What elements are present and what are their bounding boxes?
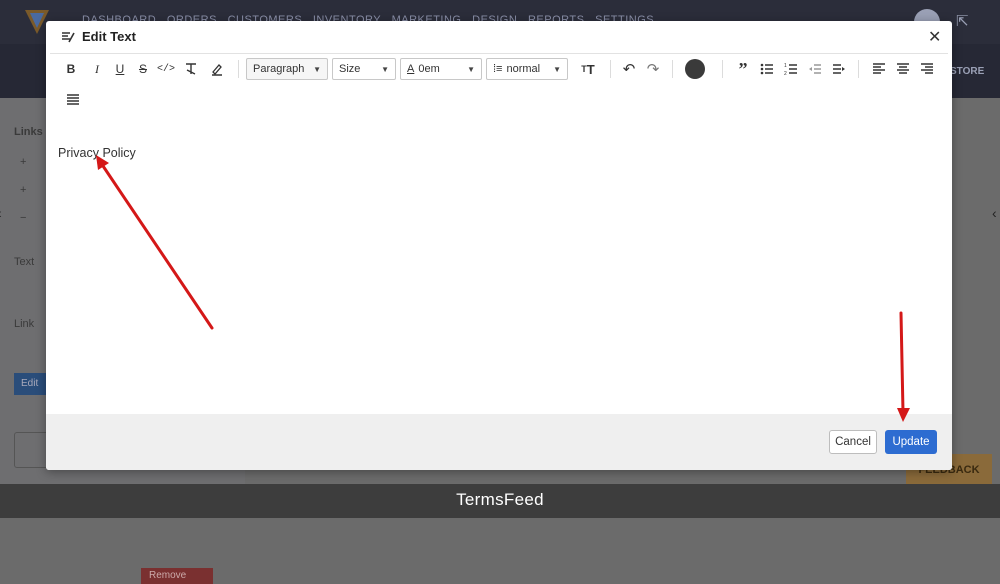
caret-down-icon: ▼: [313, 64, 321, 74]
svg-text:1: 1: [784, 63, 787, 69]
video-caption: TermsFeed: [0, 484, 1000, 518]
blockquote-icon[interactable]: ”: [732, 58, 754, 80]
edit-text-modal: Edit Text ✕ B I U S </> Paragraph ▼ Size…: [46, 21, 952, 470]
letter-spacing-select-label: 0em: [418, 63, 440, 75]
editor-text[interactable]: Privacy Policy: [58, 146, 136, 160]
code-icon[interactable]: </>: [154, 58, 178, 80]
remove-button[interactable]: Remove: [141, 568, 213, 584]
bullet-list-icon[interactable]: [756, 58, 778, 80]
indent-icon[interactable]: [828, 58, 850, 80]
modal-title: Edit Text: [82, 29, 136, 44]
text-label: Text: [14, 256, 35, 268]
caret-down-icon: ▼: [381, 64, 389, 74]
svg-text:2: 2: [784, 71, 787, 76]
editor-toolbar: B I U S </> Paragraph ▼ Size ▼ A 0em ▼ ⁞…: [50, 53, 948, 139]
chevron-right-icon[interactable]: ‹: [992, 205, 997, 221]
clear-format-icon[interactable]: [180, 58, 202, 80]
toolbar-separator: [238, 60, 239, 78]
caret-down-icon: ▼: [467, 64, 475, 74]
strikethrough-icon[interactable]: S: [132, 58, 154, 80]
letter-spacing-select[interactable]: A 0em ▼: [400, 58, 482, 80]
plus-icon[interactable]: +: [20, 156, 26, 168]
edit-button[interactable]: Edit: [14, 373, 50, 395]
text-color-icon[interactable]: [684, 58, 706, 80]
numbered-list-icon[interactable]: 12: [780, 58, 802, 80]
close-icon[interactable]: ✕: [928, 27, 941, 47]
store-link[interactable]: STORE: [950, 66, 984, 77]
outdent-icon[interactable]: [804, 58, 826, 80]
toolbar-separator: [722, 60, 723, 78]
align-left-icon[interactable]: [868, 58, 890, 80]
modal-footer: Cancel Update: [46, 414, 952, 470]
letter-spacing-icon: A: [407, 63, 415, 75]
size-select[interactable]: Size ▼: [332, 58, 396, 80]
line-height-select[interactable]: ⁞≡ normal ▼: [486, 58, 568, 80]
chevron-left-icon[interactable]: ‹: [0, 205, 2, 221]
paragraph-select-label: Paragraph: [253, 63, 305, 75]
align-center-icon[interactable]: [892, 58, 914, 80]
text-size-icon[interactable]: TT: [576, 58, 600, 80]
toolbar-separator: [610, 60, 611, 78]
align-justify-icon[interactable]: [62, 89, 84, 111]
minus-icon[interactable]: −: [20, 212, 26, 224]
caret-down-icon: ▼: [553, 64, 561, 74]
underline-icon[interactable]: U: [110, 58, 130, 80]
align-right-icon[interactable]: [916, 58, 938, 80]
cancel-button[interactable]: Cancel: [829, 430, 877, 454]
edit-text-icon: [62, 32, 75, 43]
links-heading: Links: [14, 126, 43, 138]
update-button[interactable]: Update: [885, 430, 937, 454]
highlighter-icon[interactable]: [206, 58, 228, 80]
toolbar-separator: [858, 60, 859, 78]
italic-icon[interactable]: I: [88, 58, 106, 80]
text-editor-area[interactable]: Privacy Policy: [50, 138, 948, 414]
bold-icon[interactable]: B: [62, 58, 80, 80]
redo-icon[interactable]: ↷: [642, 58, 664, 80]
line-height-select-label: normal: [506, 63, 541, 75]
size-select-label: Size: [339, 63, 361, 75]
toolbar-separator: [672, 60, 673, 78]
line-height-icon: ⁞≡: [493, 63, 503, 75]
link-label: Link: [14, 318, 35, 330]
undo-icon[interactable]: ↶: [618, 58, 640, 80]
paragraph-select[interactable]: Paragraph ▼: [246, 58, 328, 80]
external-link-icon[interactable]: ⇱: [956, 12, 974, 30]
modal-header: Edit Text ✕: [46, 21, 952, 53]
plus-icon[interactable]: +: [20, 184, 26, 196]
